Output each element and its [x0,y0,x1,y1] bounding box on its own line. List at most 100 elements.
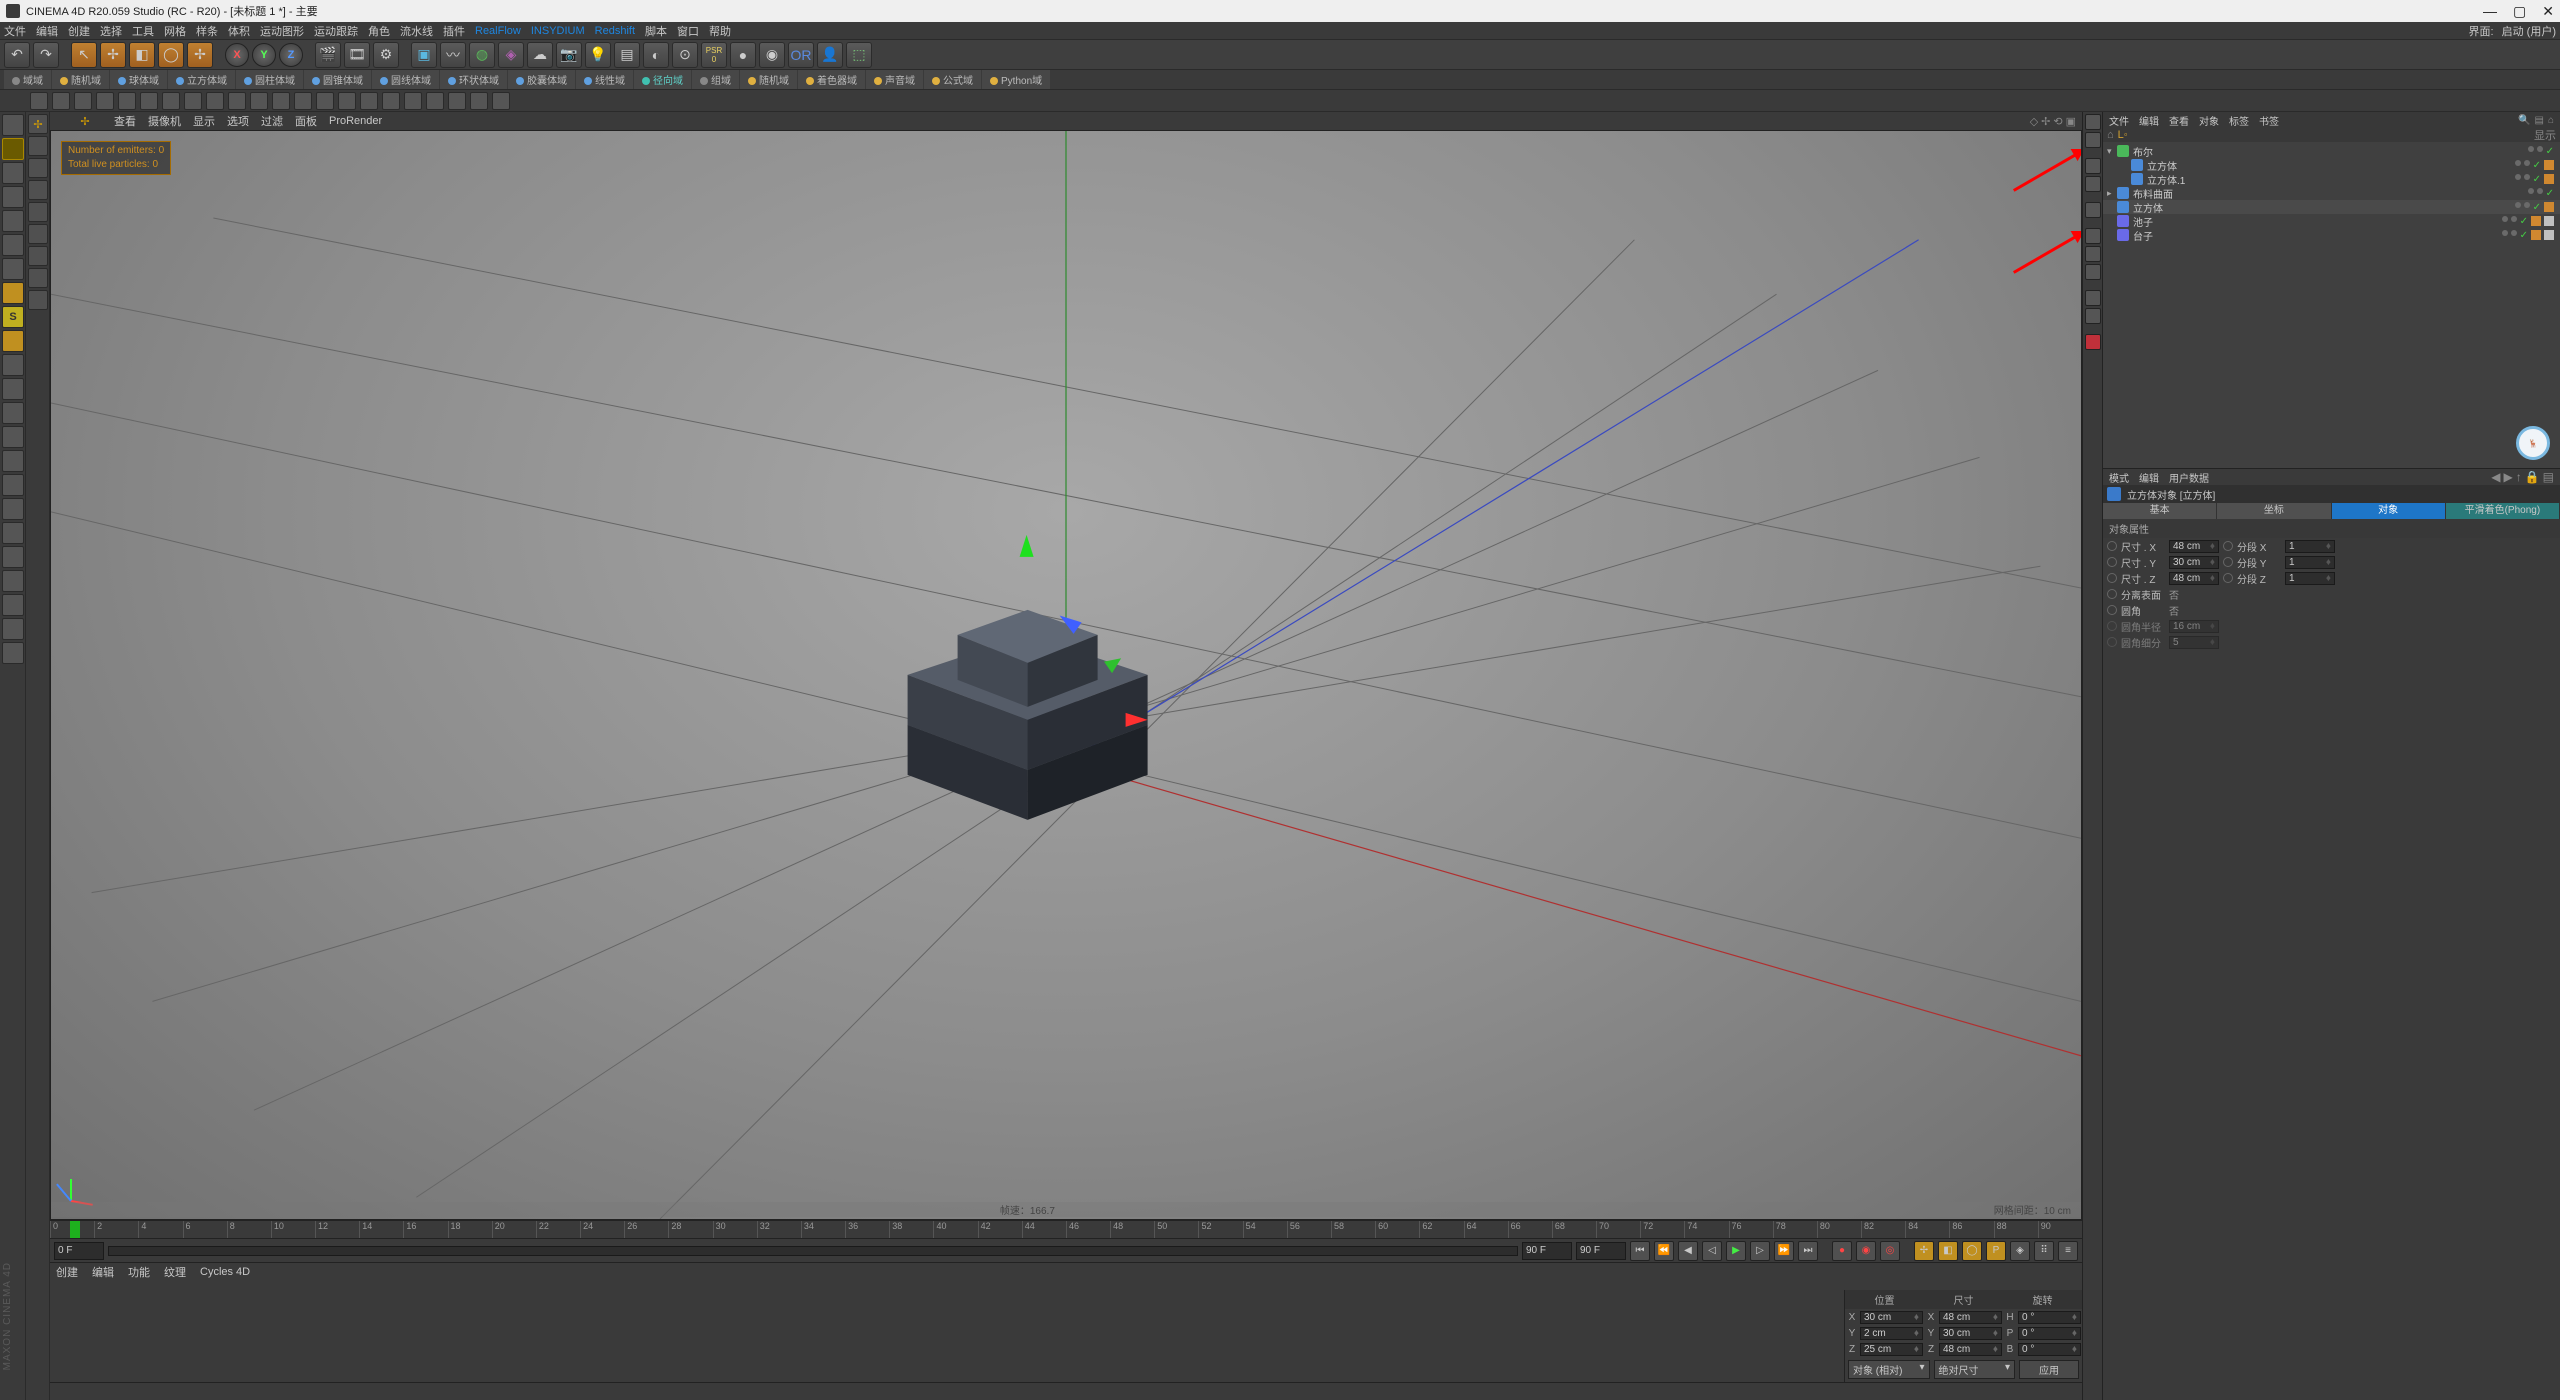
attr-size-1[interactable]: 30 cm♦ [2169,556,2219,569]
am-prev-icon[interactable]: ◀ [2491,470,2500,484]
lt-19[interactable] [2,570,24,592]
coord-size-mode-select[interactable]: 绝对尺寸▾ [1934,1360,2016,1379]
stool-14[interactable] [338,92,356,110]
lt-14[interactable] [2,450,24,472]
mm-cycles4d[interactable]: Cycles 4D [200,1266,250,1278]
enable-icon[interactable]: ✓ [2520,216,2528,227]
mm-texture[interactable]: 纹理 [164,1264,186,1280]
workplane-button[interactable] [2,330,24,352]
field-tab-1[interactable]: 随机域 [52,70,109,89]
key-options-button[interactable]: ⠿ [2034,1241,2054,1261]
menu-spline[interactable]: 样条 [196,23,218,39]
vis-editor-icon[interactable] [2528,188,2534,194]
field-tab-9[interactable]: 线性域 [576,70,633,89]
key-rot-button[interactable]: ◯ [1962,1241,1982,1261]
play-back-button[interactable]: ◁ [1702,1241,1722,1261]
vis-render-icon[interactable] [2511,216,2517,222]
lt2-0[interactable]: ✢ [28,114,48,134]
menu-character[interactable]: 角色 [368,23,390,39]
autokey-button[interactable]: ◉ [1856,1241,1876,1261]
perspective-viewport[interactable]: Number of emitters: 0 Total live particl… [50,130,2082,1220]
attr-seg-2[interactable]: 1♦ [2285,572,2335,585]
viewport-move-icon[interactable]: ✢ [76,112,94,130]
mgr-9[interactable] [2085,308,2101,324]
edge-mode-button[interactable] [2,234,24,256]
point-mode-button[interactable] [2,210,24,232]
menu-window[interactable]: 窗口 [677,23,699,39]
coord-size-Y[interactable]: 30 cm♦ [1939,1327,2002,1340]
tool-5[interactable]: ⬚ [846,42,872,68]
mgr-2[interactable] [2085,158,2101,174]
objrow-1[interactable]: 立方体✓ [2103,158,2560,172]
phong-tag-icon[interactable] [2531,230,2541,240]
vis-render-icon[interactable] [2511,230,2517,236]
phong-tag-icon[interactable] [2544,174,2554,184]
mgr-1[interactable] [2085,132,2101,148]
add-generator-button[interactable]: ◍ [469,42,495,68]
stool-4[interactable] [118,92,136,110]
attr-seg-1[interactable]: 1♦ [2285,556,2335,569]
field-tab-5[interactable]: 圆锥体域 [304,70,371,89]
stool-2[interactable] [74,92,92,110]
field-tab-2[interactable]: 球体域 [110,70,167,89]
vmenu-cameras[interactable]: 摄像机 [148,113,181,129]
add-light-button[interactable]: 💡 [585,42,611,68]
menu-realflow[interactable]: RealFlow [475,25,521,37]
material-tag-icon[interactable] [2544,216,2554,226]
menu-select[interactable]: 选择 [100,23,122,39]
enable-icon[interactable]: ✓ [2546,188,2554,199]
attr-tab-object[interactable]: 对象 [2332,503,2446,519]
key-scale-button[interactable]: ◧ [1938,1241,1958,1261]
field-tab-10[interactable]: 径向域 [634,70,691,89]
vis-render-icon[interactable] [2524,160,2530,166]
goto-nextkey-button[interactable]: ⏩ [1774,1241,1794,1261]
add-environment-button[interactable]: ☁ [527,42,553,68]
lt2-1[interactable] [28,136,48,156]
lt2-4[interactable] [28,202,48,222]
om-filter-icon[interactable]: ▤ [2535,115,2544,126]
field-tab-6[interactable]: 圆线体域 [372,70,439,89]
add-camera-button[interactable]: 📷 [556,42,582,68]
coord-mode-select[interactable]: 对象 (相对)▾ [1848,1360,1930,1379]
am-mode[interactable]: 模式 [2109,470,2129,485]
enable-icon[interactable]: ✓ [2533,202,2541,213]
enable-icon[interactable]: ✓ [2546,146,2554,157]
lt2-2[interactable] [28,158,48,178]
next-frame-button[interactable]: ▷ [1750,1241,1770,1261]
mgr-10[interactable] [2085,334,2101,350]
vmenu-options[interactable]: 选项 [227,113,249,129]
stool-7[interactable] [184,92,202,110]
coord-pos-Z[interactable]: 25 cm♦ [1860,1343,1923,1356]
attr-tab-phong[interactable]: 平滑着色(Phong) [2446,503,2560,519]
key-pla-button[interactable]: ◈ [2010,1241,2030,1261]
stool-10[interactable] [250,92,268,110]
menu-tracking[interactable]: 运动跟踪 [314,23,358,39]
goto-end-button[interactable]: ⏭ [1798,1241,1818,1261]
mm-function[interactable]: 功能 [128,1264,150,1280]
objrow-5[interactable]: 池子✓ [2103,214,2560,228]
lasttool-button[interactable]: ✢ [187,42,213,68]
material-tag-icon[interactable] [2544,230,2554,240]
vis-render-icon[interactable] [2537,188,2543,194]
vmenu-filter[interactable]: 过滤 [261,113,283,129]
am-up-icon[interactable]: ↑ [2516,470,2522,484]
redo-button[interactable]: ↷ [33,42,59,68]
render-settings-button[interactable]: ⚙ [373,42,399,68]
tool-4[interactable]: 👤 [817,42,843,68]
enable-icon[interactable]: ✓ [2520,230,2528,241]
add-floor-button[interactable]: ▤ [614,42,640,68]
planar-workplane-button[interactable] [2,378,24,400]
phong-tag-icon[interactable] [2544,202,2554,212]
axis-mode-button[interactable] [2,282,24,304]
om-object[interactable]: 对象 [2199,113,2219,128]
mm-edit[interactable]: 编辑 [92,1264,114,1280]
mgr-0[interactable] [2085,114,2101,130]
maximize-button[interactable]: ▢ [2513,3,2526,20]
menu-volume[interactable]: 体积 [228,23,250,39]
menu-plugins[interactable]: 插件 [443,23,465,39]
vis-editor-icon[interactable] [2515,160,2521,166]
gizmo-x-arrow-icon[interactable] [1126,713,1148,727]
om-bookmarks[interactable]: 书签 [2259,113,2279,128]
stool-8[interactable] [206,92,224,110]
stool-13[interactable] [316,92,334,110]
